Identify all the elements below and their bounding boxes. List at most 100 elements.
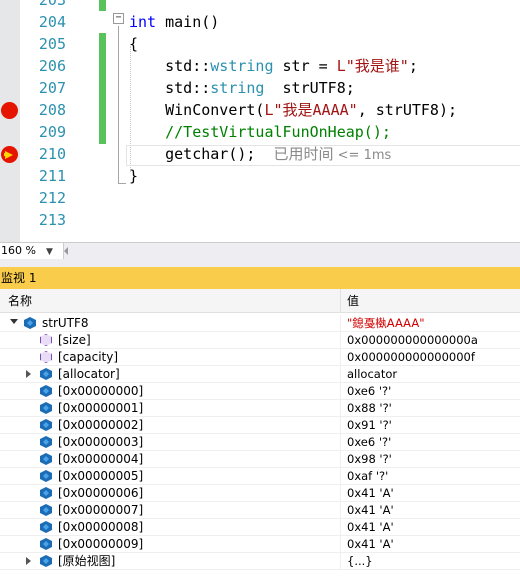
watch-row[interactable]: [0x00000006] 0x41 'A': [0, 485, 520, 502]
watch-row[interactable]: [0x00000009] 0x41 'A': [0, 536, 520, 553]
line-number: 206: [38, 57, 66, 75]
watch-name[interactable]: [0x00000000]: [58, 383, 143, 400]
code-text[interactable]: WinConvert(L"我是AAAA", strUTF8);: [129, 99, 457, 121]
zoom-level: 160 %: [1, 244, 36, 257]
watch-name[interactable]: [allocator]: [58, 366, 120, 383]
zoom-dropdown[interactable]: 160 % ▼: [0, 243, 64, 259]
watch-name[interactable]: [原始视图]: [58, 553, 115, 570]
code-token: std::: [129, 57, 211, 75]
code-token: //TestVirtualFunOnHeap();: [165, 123, 391, 141]
field-icon: [40, 521, 52, 533]
code-text[interactable]: std::string strUTF8;: [129, 77, 355, 99]
watch-row[interactable]: [0x00000001] 0x88 '?': [0, 400, 520, 417]
watch-panel[interactable]: 名称 值 strUTF8 "鎴戞槸AAAA" [size] 0x00000000000…: [0, 289, 520, 576]
watch-row[interactable]: [0x00000003] 0xe6 '?': [0, 434, 520, 451]
watch-value[interactable]: 0x41 'A': [347, 536, 394, 553]
watch-panel-title[interactable]: 监视 1: [0, 267, 520, 289]
code-line[interactable]: 203: [0, 0, 520, 11]
watch-value[interactable]: 0xe6 '?': [347, 434, 391, 451]
code-text[interactable]: int main(): [129, 11, 219, 33]
watch-name[interactable]: [0x00000001]: [58, 400, 143, 417]
property-icon: [40, 351, 52, 363]
code-text[interactable]: }: [129, 165, 138, 187]
watch-name[interactable]: [0x00000002]: [58, 417, 143, 434]
watch-name[interactable]: [0x00000009]: [58, 536, 143, 553]
code-text[interactable]: //TestVirtualFunOnHeap();: [129, 121, 391, 143]
watch-value[interactable]: "鎴戞槸AAAA": [347, 315, 425, 332]
expand-arrow-icon[interactable]: [26, 370, 31, 378]
code-line[interactable]: 207 std::string strUTF8;: [0, 77, 520, 99]
code-line[interactable]: 208 WinConvert(L"我是AAAA", strUTF8);: [0, 99, 520, 121]
code-line[interactable]: 213: [0, 209, 520, 231]
watch-name[interactable]: [size]: [58, 332, 91, 349]
watch-value[interactable]: 0x41 'A': [347, 502, 394, 519]
watch-value[interactable]: 0x000000000000000f: [347, 349, 475, 366]
code-line[interactable]: 206 std::wstring str = L"我是谁";: [0, 55, 520, 77]
code-line[interactable]: 204 int main(): [0, 11, 520, 33]
code-token: WinConvert(: [129, 101, 265, 119]
code-text[interactable]: getchar(); 已用时间 <= 1ms: [129, 143, 391, 167]
code-line[interactable]: 211}: [0, 165, 520, 187]
column-divider: [340, 536, 341, 553]
watch-name[interactable]: [0x00000003]: [58, 434, 143, 451]
field-icon: [40, 555, 52, 567]
watch-panel-title-text: 监视 1: [1, 271, 37, 285]
watch-value[interactable]: {...}: [347, 553, 373, 570]
watch-row[interactable]: [0x00000002] 0x91 '?': [0, 417, 520, 434]
watch-name[interactable]: [0x00000006]: [58, 485, 143, 502]
column-header-value[interactable]: 值: [347, 289, 359, 313]
column-divider[interactable]: [340, 289, 341, 313]
code-token: main(): [156, 13, 220, 31]
code-token: str =: [273, 57, 337, 75]
line-number: 213: [38, 211, 66, 229]
panel-splitter[interactable]: [0, 259, 520, 267]
code-editor[interactable]: − 203 204 int main() 205{206 std::wstring s…: [0, 0, 520, 242]
column-divider: [340, 434, 341, 451]
watch-name[interactable]: strUTF8: [42, 315, 89, 332]
watch-name[interactable]: [0x00000005]: [58, 468, 143, 485]
watch-row[interactable]: [0x00000004] 0x98 '?': [0, 451, 520, 468]
code-line[interactable]: 209 //TestVirtualFunOnHeap();: [0, 121, 520, 143]
scroll-left-icon[interactable]: [64, 247, 68, 255]
code-line[interactable]: 212: [0, 187, 520, 209]
column-divider: [340, 383, 341, 400]
watch-value[interactable]: 0xaf '?': [347, 468, 388, 485]
column-header-name[interactable]: 名称: [8, 289, 32, 313]
watch-row[interactable]: [allocator] allocator: [0, 366, 520, 383]
collapse-arrow-icon[interactable]: [10, 319, 18, 324]
code-line[interactable]: 210 getchar(); 已用时间 <= 1ms: [0, 143, 520, 165]
watch-row[interactable]: [0x00000007] 0x41 'A': [0, 502, 520, 519]
code-line[interactable]: 205 {: [0, 33, 520, 55]
watch-row[interactable]: [0x00000000] 0xe6 '?': [0, 383, 520, 400]
column-divider: [340, 315, 341, 332]
code-text[interactable]: {: [129, 33, 138, 55]
column-divider: [340, 332, 341, 349]
watch-row[interactable]: [原始视图] {...}: [0, 553, 520, 570]
watch-row[interactable]: [0x00000005] 0xaf '?': [0, 468, 520, 485]
watch-name[interactable]: [0x00000004]: [58, 451, 143, 468]
watch-name[interactable]: [0x00000007]: [58, 502, 143, 519]
code-token: wstring: [210, 57, 274, 75]
watch-row[interactable]: [capacity] 0x000000000000000f: [0, 349, 520, 366]
watch-value[interactable]: 0x98 '?': [347, 451, 392, 468]
code-text[interactable]: std::wstring str = L"我是谁";: [129, 55, 418, 77]
watch-value[interactable]: 0x41 'A': [347, 485, 394, 502]
watch-value[interactable]: allocator: [347, 366, 397, 383]
watch-name[interactable]: [capacity]: [58, 349, 118, 366]
watch-row[interactable]: [size] 0x000000000000000a: [0, 332, 520, 349]
field-icon: [40, 419, 52, 431]
expand-arrow-icon[interactable]: [26, 557, 31, 565]
watch-name[interactable]: [0x00000008]: [58, 519, 143, 536]
watch-row[interactable]: [0x00000008] 0x41 'A': [0, 519, 520, 536]
chevron-down-icon: ▼: [46, 247, 53, 257]
watch-value[interactable]: 0x91 '?': [347, 417, 392, 434]
watch-value[interactable]: 0xe6 '?': [347, 383, 391, 400]
watch-value[interactable]: 0x000000000000000a: [347, 332, 478, 349]
line-number: 210: [38, 145, 66, 163]
watch-value[interactable]: 0x88 '?': [347, 400, 392, 417]
column-divider: [340, 485, 341, 502]
watch-value[interactable]: 0x41 'A': [347, 519, 394, 536]
watch-row[interactable]: strUTF8 "鎴戞槸AAAA": [0, 315, 520, 332]
line-number: 209: [38, 123, 66, 141]
